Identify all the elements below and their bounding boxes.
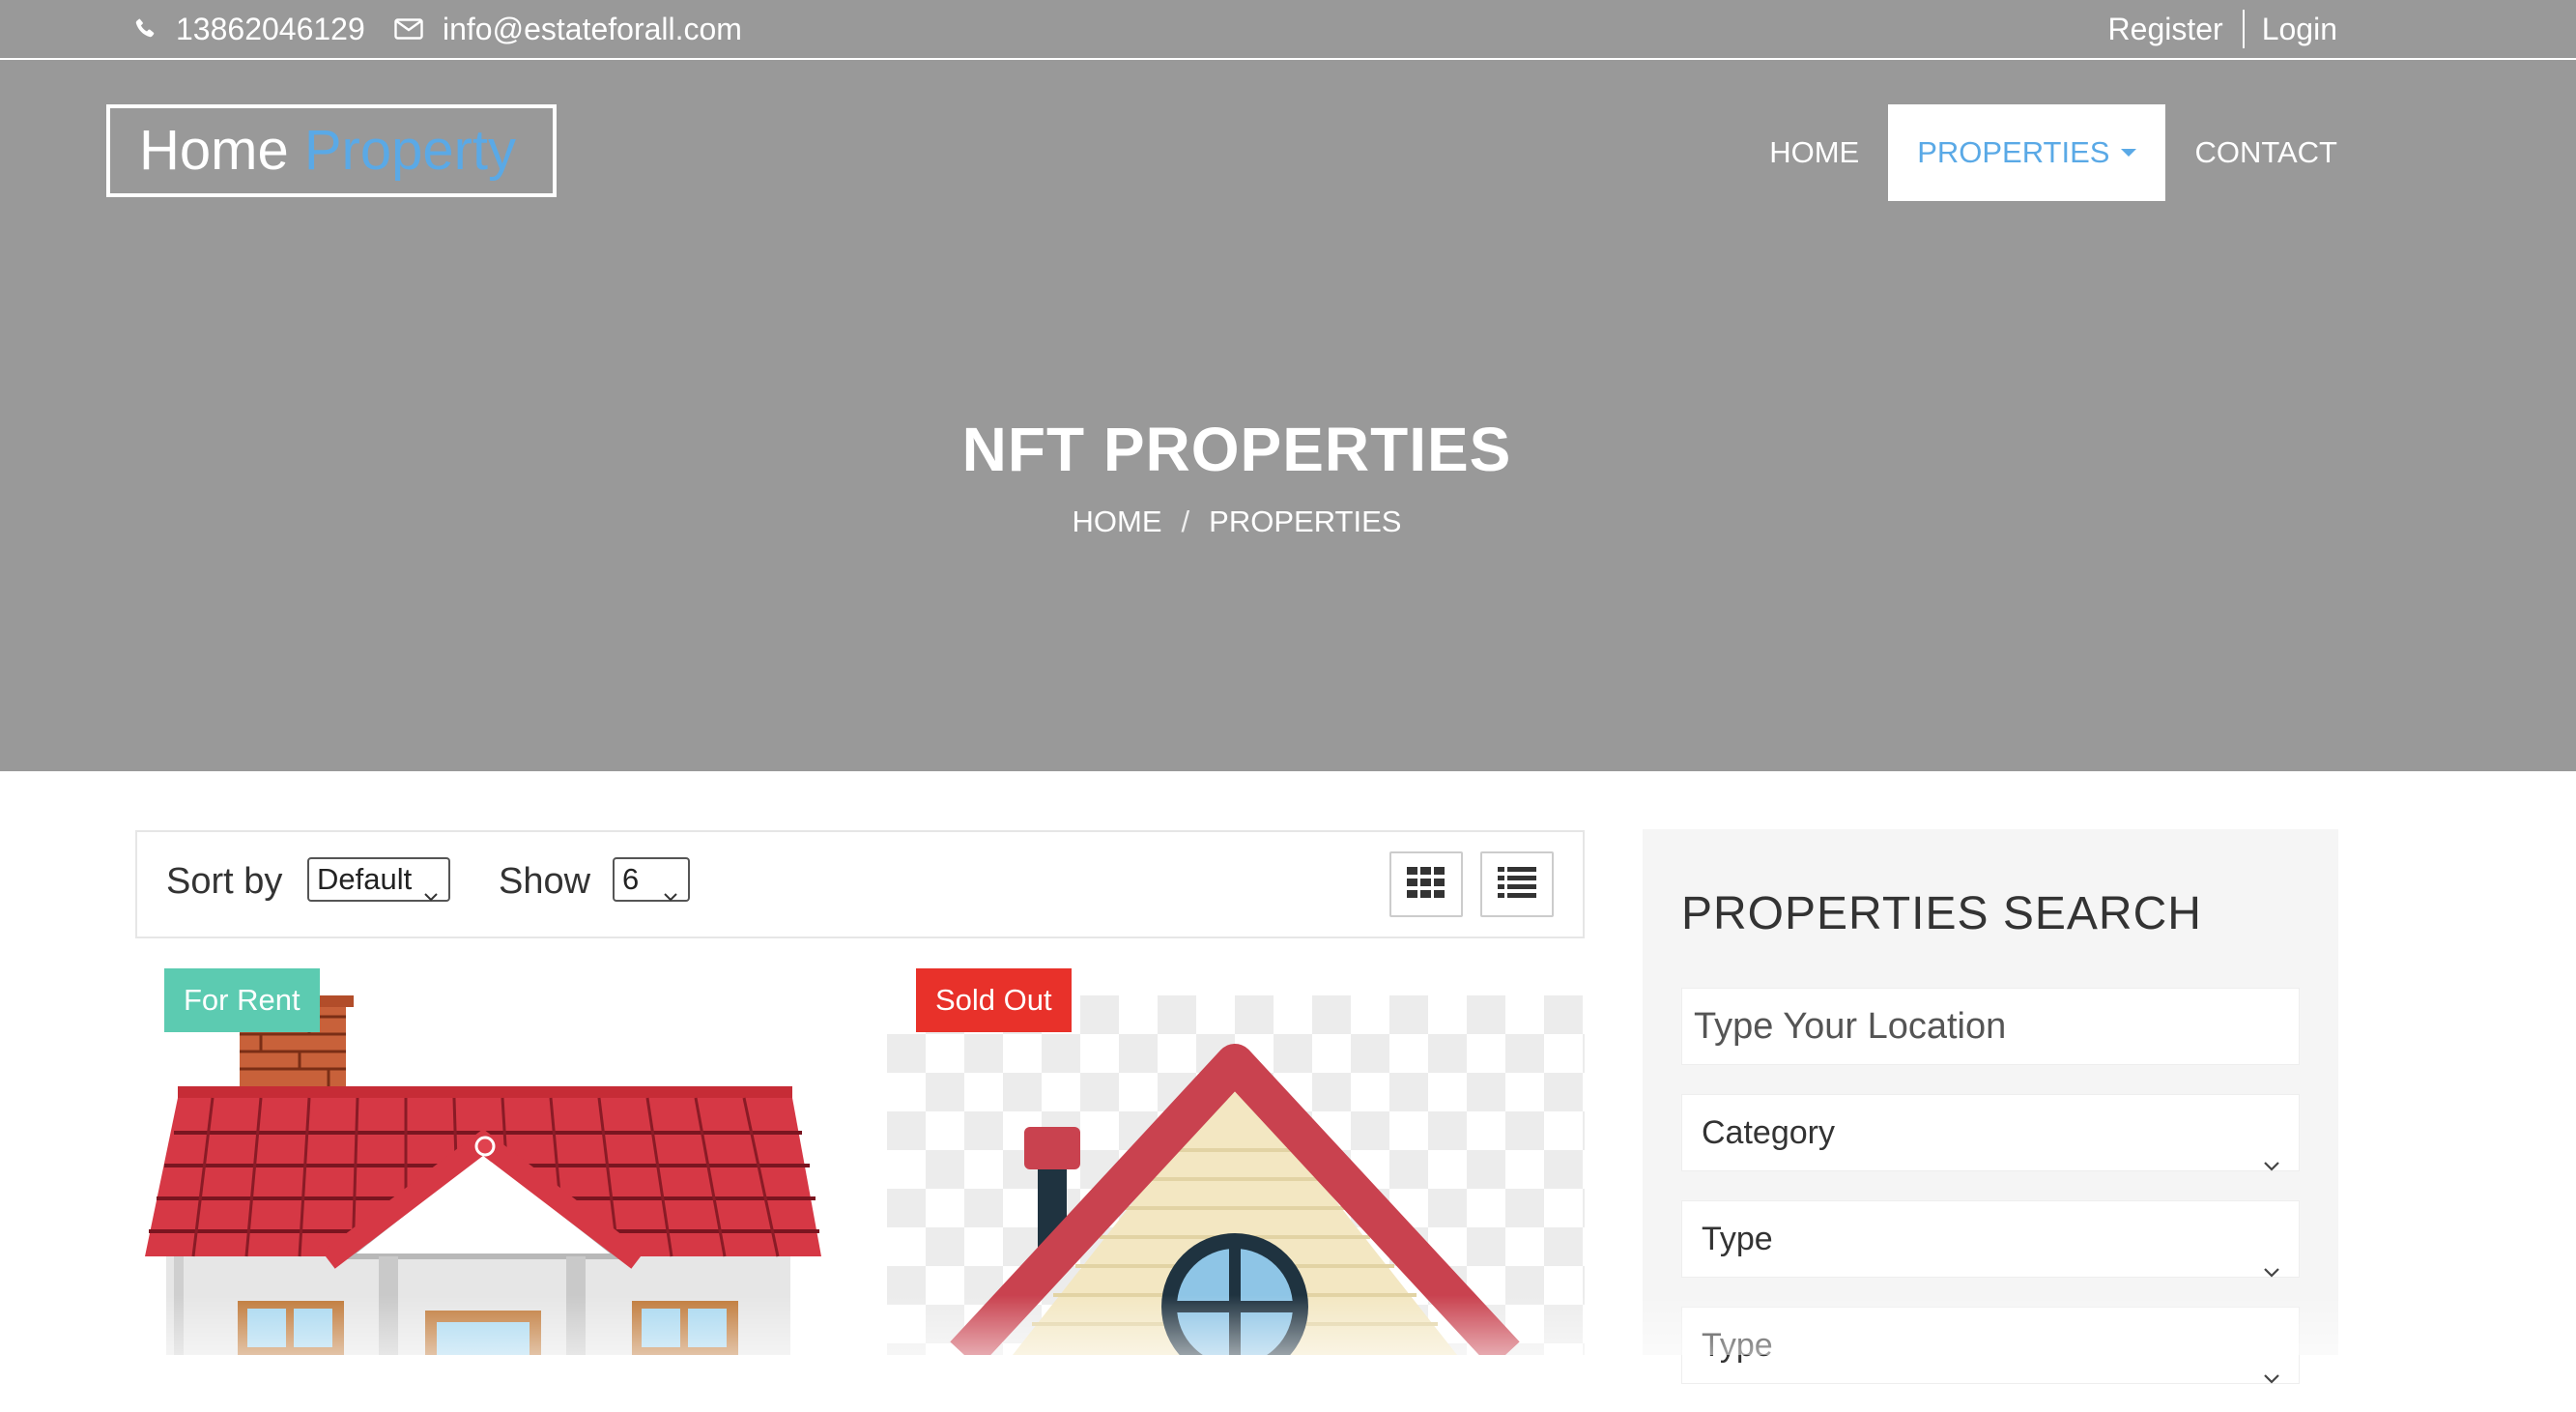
main-nav: HOME PROPERTIES CONTACT — [1740, 104, 2337, 201]
chevron-down-icon — [423, 873, 439, 913]
list-view-button[interactable] — [1480, 851, 1554, 917]
grid-view-button[interactable] — [1389, 851, 1463, 917]
chevron-down-icon — [2262, 1124, 2281, 1199]
type-select-label: Type — [1702, 1221, 1773, 1257]
chevron-down-icon — [2262, 1337, 2281, 1412]
email-contact[interactable]: info@estateforall.com — [394, 8, 742, 50]
phone-icon — [133, 8, 176, 50]
page-title: NFT PROPERTIES — [961, 415, 1512, 484]
property-card[interactable]: For Rent — [135, 966, 841, 1355]
logo-text-property: Property — [303, 119, 517, 182]
sort-label: Sort by — [166, 861, 283, 902]
nav-properties[interactable]: PROPERTIES — [1888, 104, 2166, 201]
type-select[interactable]: Type — [1681, 1200, 2300, 1278]
envelope-icon — [394, 8, 443, 50]
email-address: info@estateforall.com — [443, 12, 742, 46]
category-select-label: Category — [1702, 1114, 1835, 1151]
search-panel-title: PROPERTIES SEARCH — [1681, 888, 2202, 939]
show-label: Show — [499, 861, 591, 902]
auth-divider — [2242, 10, 2245, 48]
breadcrumb-separator: / — [1181, 504, 1190, 538]
location-input[interactable]: Type Your Location — [1681, 988, 2300, 1065]
nav-properties-label: PROPERTIES — [1917, 135, 2110, 169]
sort-select[interactable]: Default — [307, 857, 450, 902]
category-select[interactable]: Category — [1681, 1094, 2300, 1171]
show-value: 6 — [622, 862, 640, 896]
sort-value: Default — [317, 862, 413, 896]
status-badge: Sold Out — [916, 968, 1072, 1032]
phone-number: 13862046129 — [176, 12, 365, 46]
logo-text-home: Home — [139, 119, 289, 182]
status-badge: For Rent — [164, 968, 320, 1032]
nav-home[interactable]: HOME — [1740, 104, 1888, 201]
register-link[interactable]: Register — [2108, 8, 2223, 50]
breadcrumb: HOME / PROPERTIES — [0, 504, 2474, 539]
type-select-secondary[interactable]: Type — [1681, 1307, 2300, 1384]
chevron-down-icon — [2262, 1230, 2281, 1306]
breadcrumb-current: PROPERTIES — [1209, 504, 1402, 538]
nav-contact[interactable]: CONTACT — [2165, 104, 2337, 201]
breadcrumb-home[interactable]: HOME — [1073, 504, 1162, 538]
listing-toolbar: Sort by Default Show 6 — [135, 830, 1585, 938]
property-card[interactable]: Sold Out — [887, 966, 1585, 1355]
auth-links: Register Login — [2108, 8, 2337, 50]
type-select-secondary-label: Type — [1702, 1327, 1773, 1364]
properties-search-panel: PROPERTIES SEARCH Type Your Location Cat… — [1643, 829, 2338, 1384]
caret-down-icon — [2121, 149, 2137, 157]
login-link[interactable]: Login — [2262, 8, 2337, 50]
show-count-select[interactable]: 6 — [613, 857, 690, 902]
phone-contact[interactable]: 13862046129 — [133, 8, 365, 50]
page-header: Home Property HOME PROPERTIES CONTACT NF… — [0, 60, 2576, 771]
list-icon — [1498, 866, 1536, 903]
top-bar: 13862046129 info@estateforall.com Regist… — [0, 0, 2576, 60]
site-logo[interactable]: Home Property — [106, 104, 557, 197]
chevron-down-icon — [663, 873, 678, 913]
grid-icon — [1407, 866, 1445, 903]
